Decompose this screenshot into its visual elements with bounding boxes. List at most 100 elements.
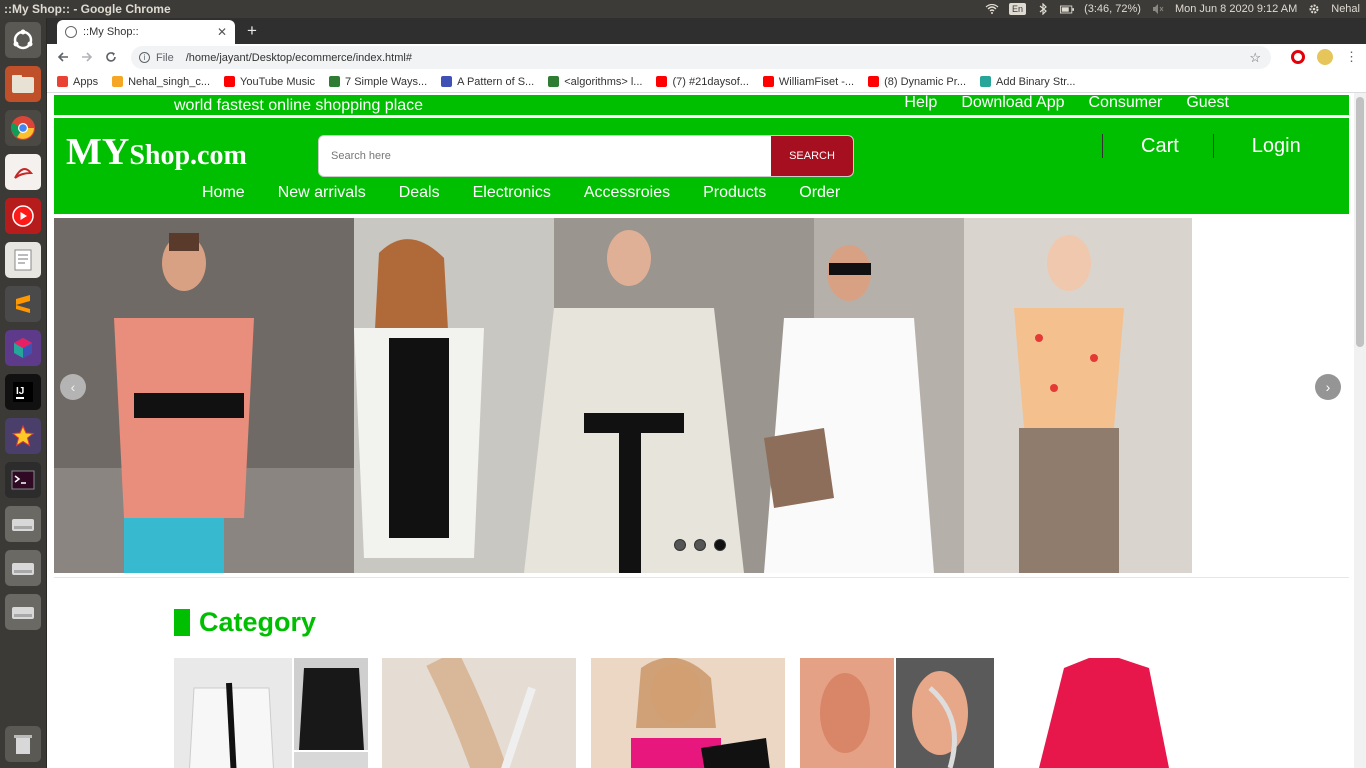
site-logo[interactable]: MYShop.com <box>66 130 247 174</box>
bookmark-label: 7 Simple Ways... <box>345 75 428 88</box>
files-icon[interactable] <box>5 66 41 102</box>
app-launcher: IJ <box>0 18 47 768</box>
new-tab-button[interactable]: + <box>247 21 257 41</box>
search-button[interactable]: SEARCH <box>771 136 853 176</box>
sublime-text-icon[interactable] <box>5 286 41 322</box>
bookmark-item[interactable]: WilliamFiset -... <box>762 75 855 88</box>
nav-new-arrivals[interactable]: New arrivals <box>278 184 366 202</box>
bookmark-label: WilliamFiset -... <box>778 75 855 88</box>
category-card-bags[interactable] <box>591 658 785 768</box>
star-app-icon[interactable] <box>5 418 41 454</box>
logo-big: MY <box>66 131 130 173</box>
bookmark-item[interactable]: (8) Dynamic Pr... <box>868 76 966 88</box>
bookmark-label: YouTube Music <box>240 75 316 88</box>
bookmark-item[interactable]: YouTube Music <box>224 76 315 88</box>
volume-muted-icon[interactable] <box>1151 3 1165 15</box>
nav-home[interactable]: Home <box>202 184 245 202</box>
search-form: SEARCH <box>318 135 854 177</box>
cart-link[interactable]: Cart <box>1103 135 1213 158</box>
trash-icon[interactable] <box>5 726 41 762</box>
os-indicators: En (3:46, 72%) Mon Jun 8 2020 9:12 AM Ne… <box>985 3 1366 15</box>
bookmark-item[interactable]: A Pattern of S... <box>441 76 534 88</box>
carousel-indicators <box>674 539 726 551</box>
address-scheme: File <box>156 51 174 64</box>
info-icon[interactable]: i <box>139 52 150 63</box>
reload-icon[interactable] <box>99 50 123 66</box>
drive-icon[interactable] <box>5 594 41 630</box>
divider <box>54 577 1349 578</box>
drive-icon[interactable] <box>5 550 41 586</box>
opera-extension-icon[interactable] <box>1291 50 1305 64</box>
login-link[interactable]: Login <box>1214 135 1335 158</box>
bookmark-favicon-icon <box>762 76 774 87</box>
scrollbar-thumb[interactable] <box>1356 97 1364 347</box>
intellij-icon[interactable]: IJ <box>5 374 41 410</box>
bookmark-favicon-icon <box>329 76 341 87</box>
carousel-dot[interactable] <box>694 539 706 551</box>
bookmark-label: (7) #21daysof... <box>672 75 749 88</box>
pdf-reader-icon[interactable] <box>5 154 41 190</box>
carousel-next-button[interactable]: › <box>1315 374 1341 400</box>
logo-small: Shop.com <box>129 140 247 171</box>
carousel-dot[interactable] <box>674 539 686 551</box>
bookmark-item[interactable]: Nehal_singh_c... <box>112 76 210 88</box>
page-scrollbar[interactable] <box>1354 93 1366 768</box>
top-link-consumer[interactable]: Consumer <box>1089 94 1163 112</box>
bookmark-label: Nehal_singh_c... <box>128 75 211 88</box>
category-card-shirts[interactable] <box>174 658 368 768</box>
site-header: MYShop.com SEARCH Cart Login Home New ar… <box>54 118 1349 214</box>
carousel-prev-button[interactable]: ‹ <box>60 374 86 400</box>
keyboard-layout-indicator[interactable]: En <box>1009 3 1027 15</box>
top-link-help[interactable]: Help <box>904 94 937 112</box>
hero-carousel-image <box>54 218 1192 573</box>
bookmark-item[interactable]: 7 Simple Ways... <box>329 76 427 88</box>
bookmark-item[interactable]: (7) #21daysof... <box>656 75 749 88</box>
category-card-womens-tops[interactable] <box>1009 658 1203 768</box>
nav-products[interactable]: Products <box>703 184 766 202</box>
category-card-footwear[interactable] <box>382 658 576 768</box>
bookmark-item[interactable]: Add Binary Str... <box>980 76 1075 88</box>
nav-electronics[interactable]: Electronics <box>473 184 551 202</box>
nav-order[interactable]: Order <box>799 184 840 202</box>
apps-grid-icon <box>57 76 68 87</box>
ubuntu-dash-icon[interactable] <box>5 22 41 58</box>
nav-accessories[interactable]: Accessroies <box>584 184 670 202</box>
heading-accent-bar <box>174 609 190 636</box>
bluetooth-icon[interactable] <box>1036 3 1050 15</box>
bookmark-item[interactable]: <algorithms> l... <box>548 76 642 88</box>
close-icon[interactable]: ✕ <box>217 25 227 39</box>
tab-strip: ::My Shop:: ✕ + <box>47 18 1366 44</box>
gear-icon[interactable] <box>1307 3 1321 15</box>
toolbar-extensions: ⋮ <box>1291 49 1358 65</box>
text-editor-icon[interactable] <box>5 242 41 278</box>
bookmark-star-icon[interactable]: ☆ <box>1249 50 1261 66</box>
browser-tab[interactable]: ::My Shop:: ✕ <box>57 20 235 44</box>
clock[interactable]: Mon Jun 8 2020 9:12 AM <box>1175 3 1297 15</box>
menu-dots-icon[interactable]: ⋮ <box>1345 49 1358 65</box>
software-center-icon[interactable] <box>5 330 41 366</box>
user-name[interactable]: Nehal <box>1331 3 1360 15</box>
address-bar[interactable]: i File /home/jayant/Desktop/ecommerce/in… <box>131 46 1271 69</box>
search-input[interactable] <box>319 136 771 176</box>
header-actions: Cart Login <box>1102 134 1335 158</box>
battery-status: (3:46, 72%) <box>1084 3 1141 15</box>
youtube-music-icon[interactable] <box>5 198 41 234</box>
profile-avatar[interactable] <box>1317 49 1333 65</box>
drive-icon[interactable] <box>5 506 41 542</box>
tab-title: ::My Shop:: <box>83 26 139 38</box>
wifi-icon[interactable] <box>985 3 999 15</box>
site-slogan: world fastest online shopping place <box>174 97 424 114</box>
window-title: ::My Shop:: - Google Chrome <box>4 2 171 16</box>
terminal-icon[interactable] <box>5 462 41 498</box>
top-link-download-app[interactable]: Download App <box>961 94 1064 112</box>
nav-deals[interactable]: Deals <box>399 184 440 202</box>
carousel-dot-active[interactable] <box>714 539 726 551</box>
globe-icon <box>65 26 77 38</box>
top-link-guest[interactable]: Guest <box>1186 94 1229 112</box>
chrome-icon[interactable] <box>5 110 41 146</box>
category-card-jewellery[interactable] <box>800 658 994 768</box>
battery-icon[interactable] <box>1060 3 1075 15</box>
bookmark-item[interactable]: Apps <box>57 76 98 88</box>
forward-arrow-icon[interactable] <box>75 50 99 66</box>
back-arrow-icon[interactable] <box>51 50 75 66</box>
